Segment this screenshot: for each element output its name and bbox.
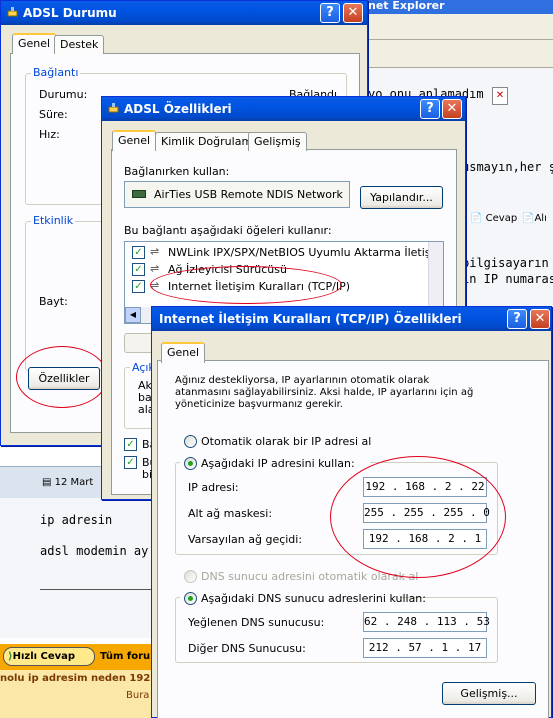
- adsl-properties-titlebar: ADSL Özellikleri ? ✕: [102, 97, 465, 121]
- bytes-label: Bayt:: [39, 295, 68, 308]
- manual-ip-radio[interactable]: [184, 457, 197, 470]
- adsl-status-titlebar: ADSL Durumu ? ✕: [1, 1, 367, 25]
- forum-line-2: usmayın,her ş: [462, 160, 553, 174]
- duration-label: Süre:: [39, 108, 68, 121]
- configure-button[interactable]: Yapılandır...: [360, 186, 443, 209]
- tab-support[interactable]: Destek: [54, 35, 105, 54]
- close-button[interactable]: ✕: [343, 3, 363, 23]
- tcpip-title: Internet İletişim Kuralları (TCP/IP) Öze…: [159, 312, 462, 326]
- activity-group-title: Etkinlik: [31, 214, 76, 227]
- notify-checkbox[interactable]: ✓: [124, 456, 137, 469]
- tcpip-highlight-ellipse: [150, 266, 342, 304]
- network-connection-icon: [7, 7, 18, 17]
- reply-link[interactable]: 📄 Cevap: [470, 213, 517, 224]
- quick-reply-button[interactable]: ⟩Hızlı Cevap: [3, 647, 95, 666]
- tab-general[interactable]: Genel: [12, 33, 57, 54]
- close-button[interactable]: ✕: [530, 309, 550, 329]
- show-icon-checkbox[interactable]: ✓: [124, 438, 137, 451]
- component-checkbox-3[interactable]: ✓: [132, 280, 145, 293]
- component-monitor-icon: ⇌: [150, 262, 160, 275]
- quote-link[interactable]: 📄Alı: [522, 213, 547, 224]
- ie-titlebar: net Explorer: [360, 0, 553, 14]
- network-connection-icon: [108, 103, 119, 113]
- ie-address-row: [360, 40, 553, 68]
- auto-dns-radio[interactable]: [184, 570, 197, 583]
- ie-toolbar: [360, 14, 553, 40]
- component-nwlink-icon: ⇌: [150, 245, 160, 258]
- forum-line-3: bilgisayarın: [462, 256, 549, 270]
- subnet-mask-label: Alt ağ maskesi:: [188, 507, 273, 520]
- post-text-2: adsl modemin ay: [40, 544, 149, 558]
- tcpip-description: Ağınız destekliyorsa, IP ayarlarının oto…: [175, 375, 474, 410]
- adsl-status-title: ADSL Durumu: [23, 6, 117, 20]
- install-button-edge[interactable]: [124, 333, 154, 353]
- forum-all-link[interactable]: Tüm foru: [100, 651, 150, 662]
- tab-advanced[interactable]: Gelişmiş: [248, 132, 307, 151]
- properties-highlight-ellipse: [16, 346, 108, 408]
- tab-general[interactable]: Genel: [112, 130, 157, 151]
- network-adapter-icon: [132, 190, 146, 198]
- alternate-dns-label: Diğer DNS Sunucusu:: [188, 642, 306, 655]
- manual-dns-label[interactable]: Aşağıdaki DNS sunucu adreslerini kullan:: [201, 592, 426, 605]
- reply-link-label: Cevap: [485, 213, 518, 224]
- list-scrollbar[interactable]: [428, 242, 443, 307]
- manual-ip-label[interactable]: Aşağıdaki IP adresini kullan:: [201, 457, 355, 470]
- broken-image-icon: ✕: [492, 87, 508, 105]
- auto-ip-label[interactable]: Otomatik olarak bir IP adresi al: [201, 435, 371, 448]
- manual-dns-radio[interactable]: [184, 592, 197, 605]
- forum-line-4: in IP numaras: [462, 272, 553, 286]
- connect-using-label: Bağlanırken kullan:: [124, 165, 230, 178]
- adsl-properties-title: ADSL Özellikleri: [124, 102, 232, 116]
- close-button[interactable]: ✕: [442, 99, 462, 119]
- quote-link-label: Alı: [534, 213, 547, 224]
- post-date-text: 12 Mart: [54, 477, 94, 488]
- bottom-text-2: Bura: [126, 690, 150, 701]
- help-button[interactable]: ?: [320, 3, 340, 23]
- post-date: ▤ 12 Mart: [42, 477, 94, 488]
- gateway-label: Varsayılan ağ geçidi:: [188, 533, 303, 546]
- auto-ip-radio[interactable]: [184, 435, 197, 448]
- hscroll-left-arrow[interactable]: ◀: [125, 307, 141, 323]
- bottom-text: nolu ip adresim neden 192.: [0, 673, 155, 684]
- speed-label: Hız:: [39, 128, 60, 141]
- connection-group-title: Bağlantı: [31, 66, 81, 79]
- component-checkbox-2[interactable]: ✓: [132, 263, 145, 276]
- component-item-1[interactable]: NWLink IPX/SPX/NetBIOS Uyumlu Aktarma İl…: [168, 246, 428, 259]
- ip-address-label: IP adresi:: [188, 481, 239, 494]
- ip-settings-highlight-ellipse: [330, 456, 506, 578]
- tcpip-titlebar: Internet İletişim Kuralları (TCP/IP) Öze…: [152, 307, 551, 331]
- quick-reply-label: Hızlı Cevap: [12, 651, 76, 662]
- help-button[interactable]: ?: [507, 309, 527, 329]
- preferred-dns-field[interactable]: 62 . 248 . 113 . 53: [363, 612, 490, 632]
- tab-general[interactable]: Genel: [161, 342, 205, 363]
- advanced-button[interactable]: Gelişmiş...: [442, 682, 536, 705]
- help-button[interactable]: ?: [420, 99, 440, 119]
- items-label: Bu bağlantı aşağıdaki öğeleri kullanır:: [124, 224, 332, 237]
- adapter-name: AirTies USB Remote NDIS Network: [154, 188, 343, 201]
- ie-title-text: net Explorer: [368, 0, 445, 12]
- component-checkbox-1[interactable]: ✓: [132, 246, 145, 259]
- post-divider: [40, 589, 153, 590]
- preferred-dns-label: Yeğlenen DNS sunucusu:: [188, 616, 325, 629]
- status-label: Durumu:: [39, 88, 88, 101]
- post-text-1: ip adresin: [40, 513, 113, 527]
- alternate-dns-field[interactable]: 212 . 57 . 1 . 17: [363, 638, 487, 658]
